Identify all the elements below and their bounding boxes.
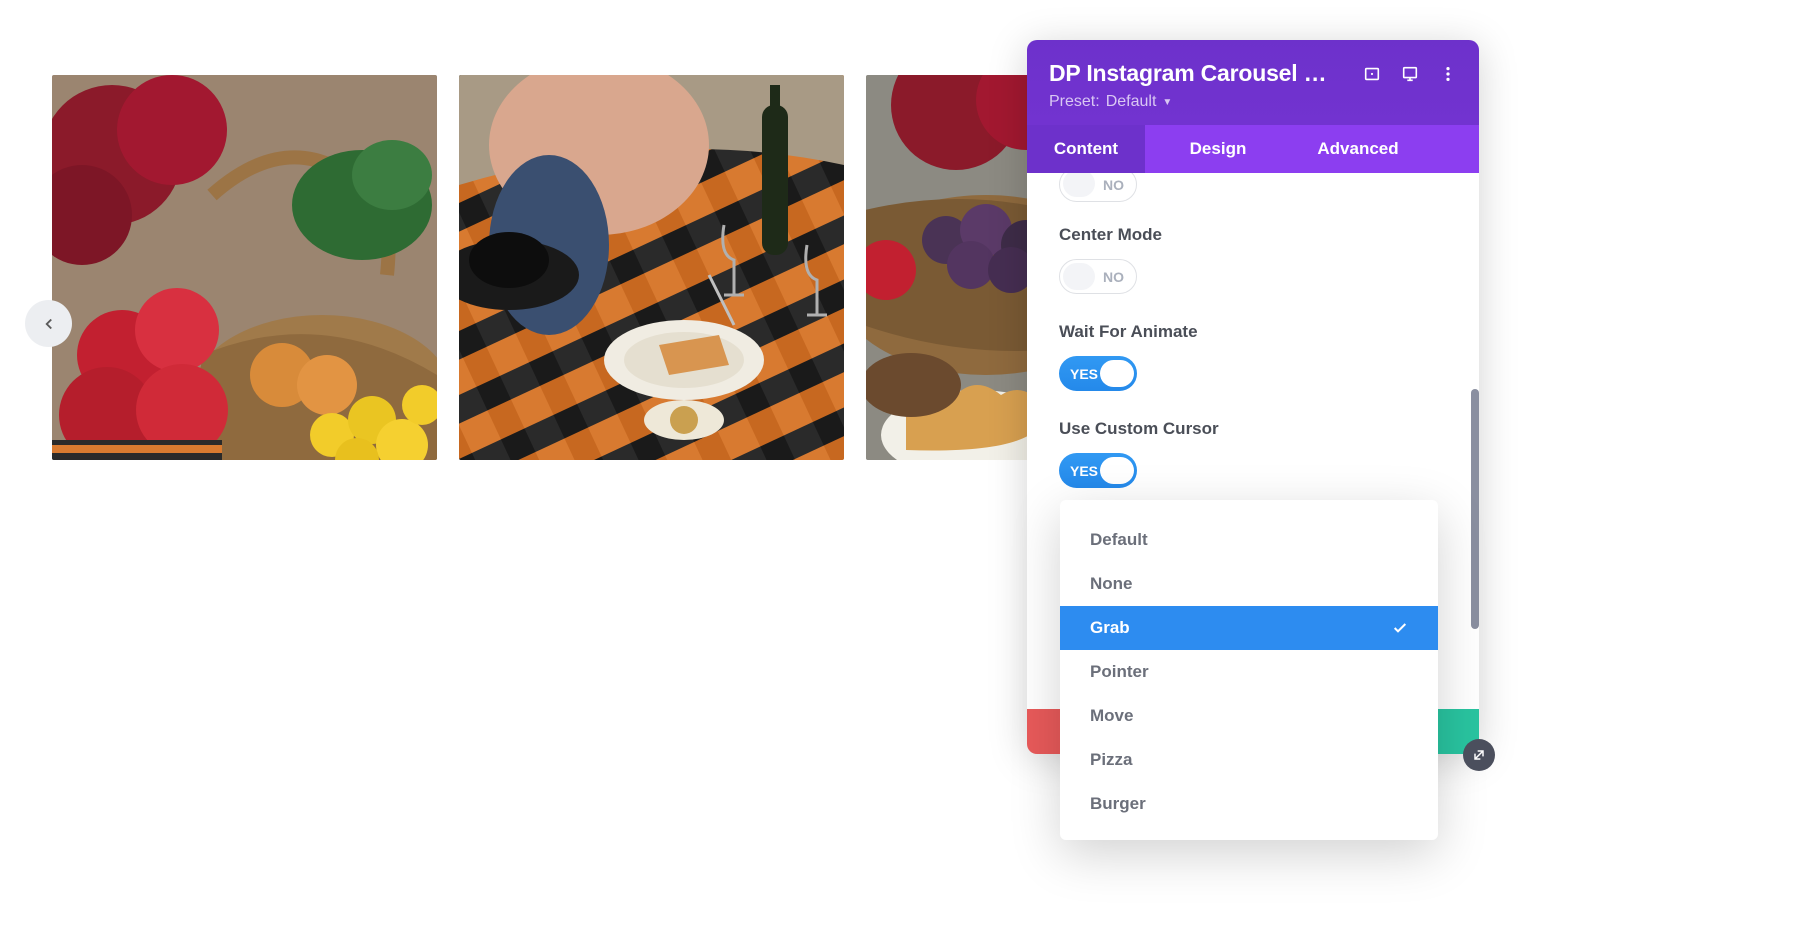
- toggle-custom-cursor[interactable]: YES: [1059, 453, 1137, 488]
- setting-label: Wait For Animate: [1059, 322, 1457, 342]
- carousel-slide[interactable]: [459, 75, 844, 460]
- cursor-dropdown: Default None Grab Pointer Move Pizza Bur…: [1060, 500, 1438, 840]
- panel-tabs: Content Design Advanced: [1027, 125, 1479, 173]
- setting-label: Use Custom Cursor: [1059, 419, 1457, 439]
- tab-design[interactable]: Design: [1163, 125, 1273, 173]
- dropdown-option-none[interactable]: None: [1060, 562, 1438, 606]
- toggle-knob: [1100, 457, 1134, 484]
- toggle-text: YES: [1070, 463, 1098, 479]
- setting-custom-cursor: Use Custom Cursor YES: [1059, 419, 1457, 488]
- dropdown-option-pizza[interactable]: Pizza: [1060, 738, 1438, 782]
- dropdown-option-move[interactable]: Move: [1060, 694, 1438, 738]
- option-label: Default: [1090, 530, 1148, 550]
- setting-center-mode: Center Mode NO: [1059, 225, 1457, 294]
- toggle-knob: [1100, 360, 1134, 387]
- scrollbar-thumb[interactable]: [1471, 389, 1479, 629]
- setting-wait-animate: Wait For Animate YES: [1059, 322, 1457, 391]
- option-label: Grab: [1090, 618, 1130, 638]
- toggle-no-text: NO: [1103, 177, 1124, 193]
- preset-label: Preset:: [1049, 93, 1100, 111]
- option-label: Burger: [1090, 794, 1146, 814]
- option-label: Move: [1090, 706, 1133, 726]
- preset-value: Default: [1106, 93, 1157, 111]
- option-label: None: [1090, 574, 1133, 594]
- panel-title: DP Instagram Carousel Sett…: [1049, 60, 1339, 87]
- expand-panel-icon[interactable]: [1463, 739, 1495, 771]
- toggle-knob: [1063, 263, 1095, 290]
- option-label: Pointer: [1090, 662, 1149, 682]
- carousel-slide[interactable]: [52, 75, 437, 460]
- preset-selector[interactable]: Preset: Default ▼: [1049, 93, 1457, 111]
- option-label: Pizza: [1090, 750, 1133, 770]
- dropdown-option-default[interactable]: Default: [1060, 518, 1438, 562]
- caret-down-icon: ▼: [1162, 97, 1172, 108]
- tab-content[interactable]: Content: [1027, 125, 1145, 173]
- dropdown-option-grab[interactable]: Grab: [1060, 606, 1438, 650]
- more-options-icon[interactable]: [1439, 65, 1457, 83]
- toggle-text: YES: [1070, 366, 1098, 382]
- desktop-view-icon[interactable]: [1401, 65, 1419, 83]
- dropdown-option-pointer[interactable]: Pointer: [1060, 650, 1438, 694]
- check-icon: [1392, 620, 1408, 636]
- dropdown-option-burger[interactable]: Burger: [1060, 782, 1438, 826]
- tab-advanced[interactable]: Advanced: [1293, 125, 1423, 173]
- toggle-text: NO: [1103, 269, 1124, 285]
- toggle-wait-animate[interactable]: YES: [1059, 356, 1137, 391]
- partial-toggle[interactable]: NO: [1059, 173, 1137, 202]
- setting-label: Center Mode: [1059, 225, 1457, 245]
- panel-header: DP Instagram Carousel Sett… Preset: Defa…: [1027, 40, 1479, 125]
- carousel-prev-arrow[interactable]: [25, 300, 72, 347]
- toggle-center-mode[interactable]: NO: [1059, 259, 1137, 294]
- responsive-view-icon[interactable]: [1363, 65, 1381, 83]
